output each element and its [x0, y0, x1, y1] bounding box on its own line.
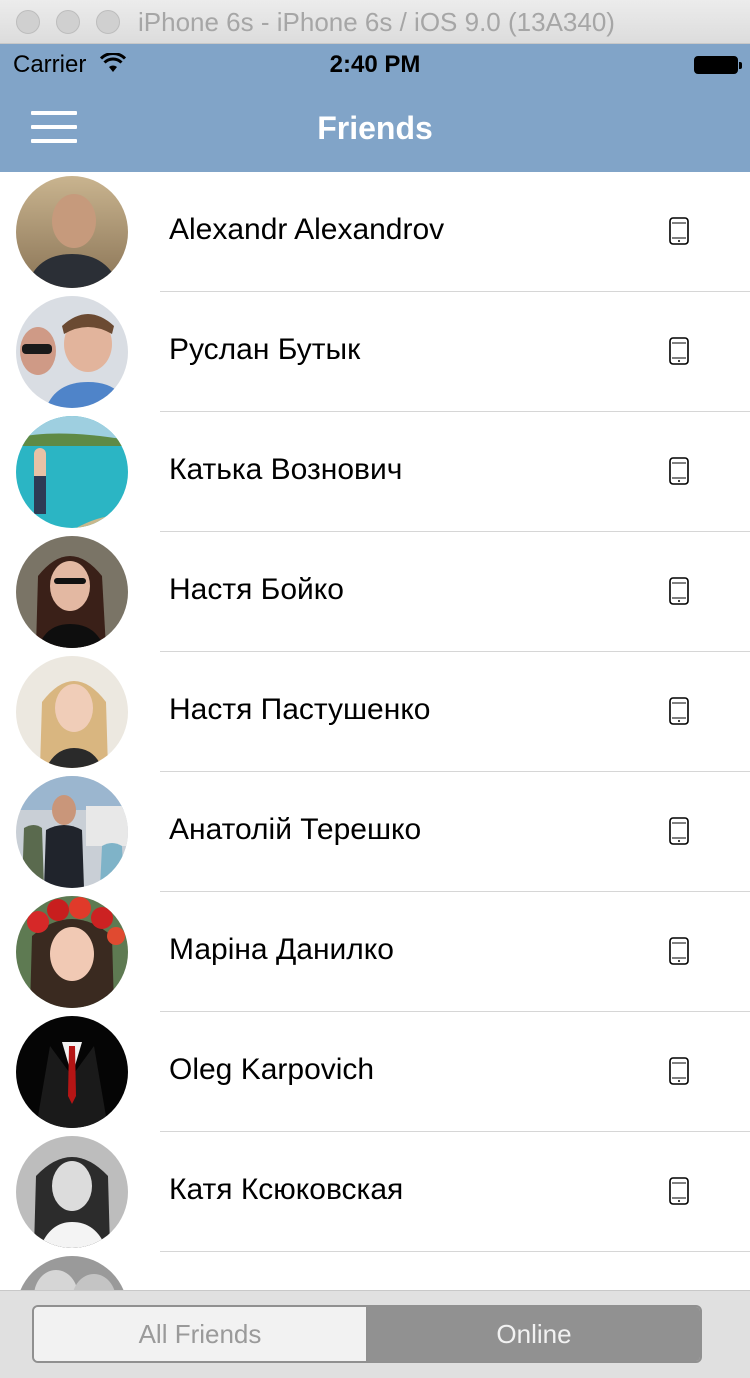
avatar	[16, 536, 128, 648]
segment-all-friends[interactable]: All Friends	[34, 1307, 368, 1361]
friend-row[interactable]: Настя Пастушенко	[0, 652, 750, 772]
avatar	[16, 896, 128, 1008]
segment-online[interactable]: Online	[368, 1307, 700, 1361]
friend-name: Катя Ксюковская	[169, 1173, 404, 1206]
battery-icon	[694, 56, 742, 74]
avatar	[16, 776, 128, 888]
mobile-phone-icon	[669, 217, 689, 245]
friend-row[interactable]: Маріна Данилко	[0, 892, 750, 1012]
mobile-phone-icon	[669, 937, 689, 965]
avatar	[16, 296, 128, 408]
friend-row[interactable]: Руслан Бутык	[0, 292, 750, 412]
bottom-bar: All Friends Online	[0, 1290, 750, 1378]
page-title: Friends	[317, 110, 433, 146]
close-window-button[interactable]	[16, 10, 40, 34]
mobile-phone-icon	[669, 457, 689, 485]
avatar	[16, 1136, 128, 1248]
mobile-phone-icon	[669, 697, 689, 725]
minimize-window-button[interactable]	[56, 10, 80, 34]
avatar	[16, 416, 128, 528]
mobile-phone-icon	[669, 337, 689, 365]
friends-list[interactable]: Alexandr Alexandrov Руслан Бутык Катька …	[0, 172, 750, 1290]
status-time: 2:40 PM	[329, 51, 421, 78]
navigation-bar: Friends	[0, 86, 750, 172]
friend-name: Alexandr Alexandrov	[169, 213, 445, 246]
friend-name: Руслан Бутык	[169, 333, 361, 366]
avatar	[16, 656, 128, 768]
mobile-phone-icon	[669, 1177, 689, 1205]
friend-name: Катька Вознович	[169, 453, 403, 486]
friend-row[interactable]: Oleg Karpovich	[0, 1012, 750, 1132]
avatar	[16, 1016, 128, 1128]
mobile-phone-icon	[669, 577, 689, 605]
friend-row[interactable]	[0, 1252, 750, 1290]
mobile-phone-icon	[669, 1057, 689, 1085]
friend-name: Oleg Karpovich	[169, 1053, 375, 1086]
friend-row[interactable]: Катя Ксюковская	[0, 1132, 750, 1252]
mobile-phone-icon	[669, 817, 689, 845]
friend-name: Настя Бойко	[169, 573, 344, 606]
friend-row[interactable]: Анатолій Терешко	[0, 772, 750, 892]
avatar	[16, 1256, 128, 1290]
simulator-title-bar: iPhone 6s - iPhone 6s / iOS 9.0 (13A340)	[0, 0, 750, 44]
friend-row[interactable]: Настя Бойко	[0, 532, 750, 652]
zoom-window-button[interactable]	[96, 10, 120, 34]
avatar	[16, 176, 128, 288]
status-bar: Carrier 2:40 PM	[0, 44, 750, 86]
friend-name: Настя Пастушенко	[169, 693, 431, 726]
friend-row[interactable]: Катька Вознович	[0, 412, 750, 532]
friends-filter-segmented-control[interactable]: All Friends Online	[32, 1305, 702, 1363]
friend-name: Маріна Данилко	[169, 933, 394, 966]
window-title: iPhone 6s - iPhone 6s / iOS 9.0 (13A340)	[138, 7, 615, 37]
friend-row[interactable]: Alexandr Alexandrov	[0, 172, 750, 292]
friend-name: Анатолій Терешко	[169, 813, 422, 846]
